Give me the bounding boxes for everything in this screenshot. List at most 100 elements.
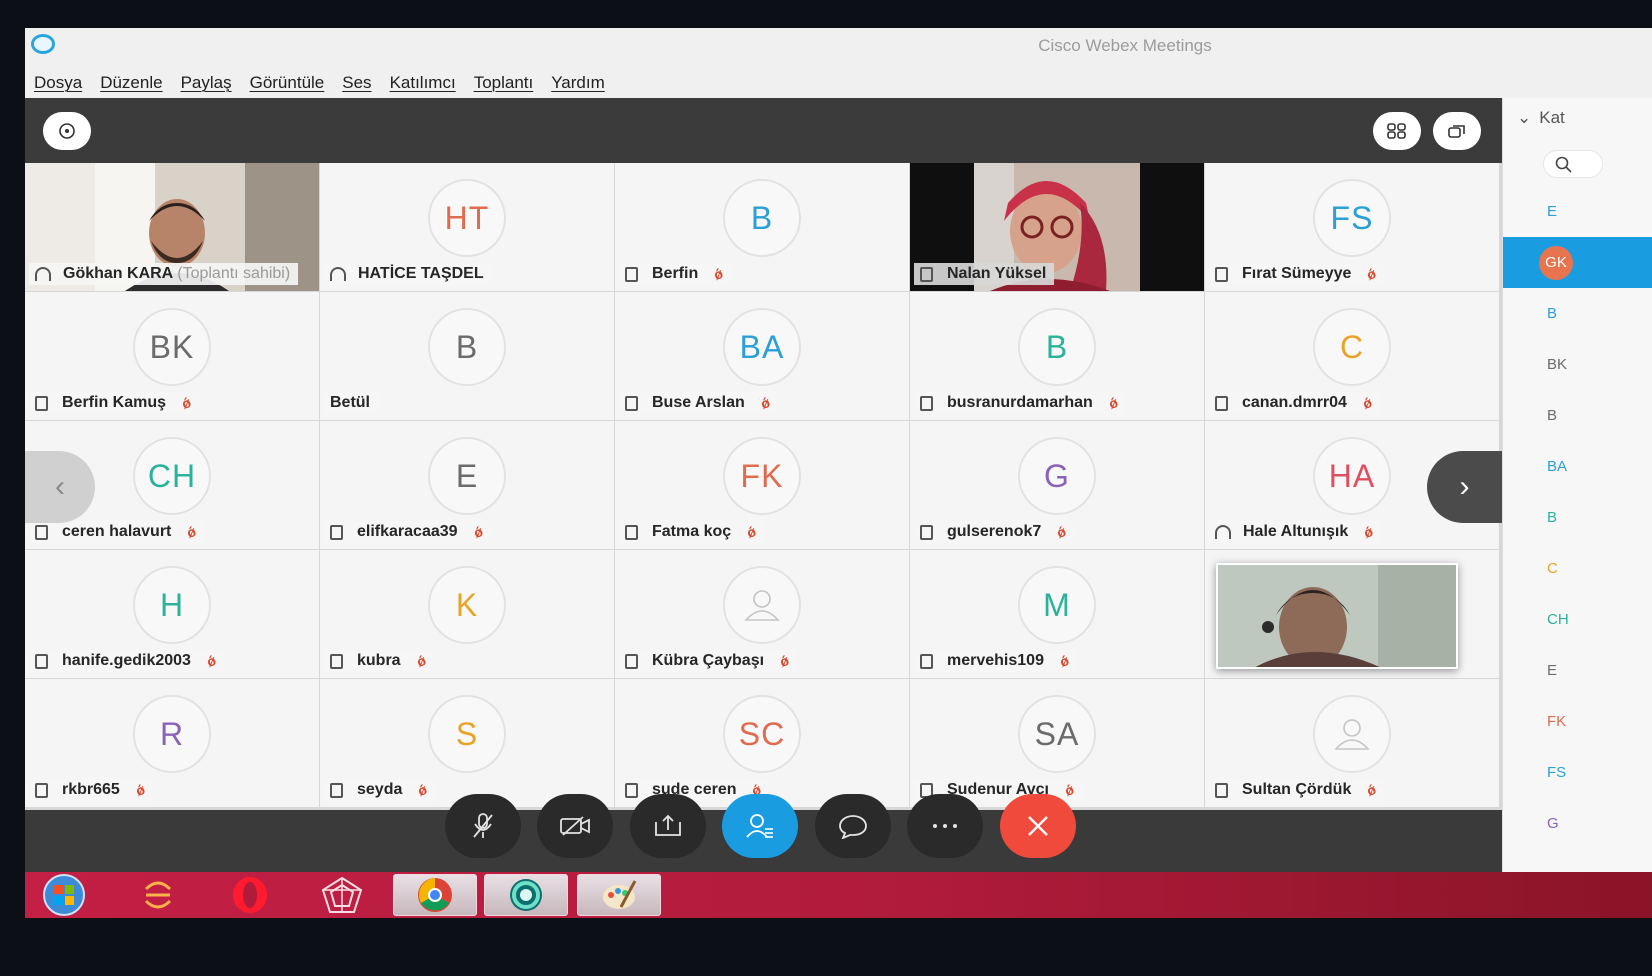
participant-name: ceren halavurt (62, 523, 172, 540)
mute-button[interactable] (445, 794, 521, 858)
participants-panel: ⌄ Kat E GK B BK B BA B C CH E FK FS G (1502, 98, 1652, 878)
participant-tile[interactable]: Kkubra ǿ (320, 550, 614, 678)
participant-name: canan.dmrr04 (1242, 394, 1347, 411)
participant-tile[interactable]: B Berfin ǿ (615, 163, 909, 291)
participant-name-bar: Betül (324, 392, 378, 414)
grid-view-icon (1387, 123, 1406, 139)
participant-tile[interactable]: BA Buse Arslan ǿ (615, 292, 909, 420)
taskbar-opera[interactable] (221, 874, 279, 916)
participant-tile[interactable]: Eelifkaracaa39 ǿ (320, 421, 614, 549)
grid-view-button[interactable] (1373, 112, 1421, 150)
participant-avatar: B (428, 308, 506, 386)
participant-tile[interactable]: Kübra Çaybaşı ǿ (615, 550, 909, 678)
participant-tile[interactable]: Gökhan KARA (Toplantı sahibi) (25, 163, 319, 291)
opera-icon (233, 877, 267, 913)
participant-tile[interactable]: FS Fırat Sümeyye ǿ (1205, 163, 1499, 291)
stop-video-button[interactable] (537, 794, 613, 858)
participant-list-item[interactable]: B (1503, 390, 1652, 441)
participant-tile[interactable]: Ggulserenok7 ǿ (910, 421, 1204, 549)
avatar-initials: HT (444, 199, 490, 236)
list-item-initials: B (1547, 509, 1558, 526)
participant-tile[interactable]: Nalan Yüksel (910, 163, 1204, 291)
menu-item-1[interactable]: Düzenle (100, 68, 162, 98)
muted-microphone-icon: ǿ (1062, 781, 1076, 799)
participant-tile[interactable]: B Betül (320, 292, 614, 420)
phone-icon (625, 782, 638, 798)
taskbar-webex[interactable] (484, 874, 568, 916)
participant-list-item[interactable]: C (1503, 543, 1652, 594)
meeting-info-button[interactable] (43, 112, 91, 150)
participant-tile[interactable]: Sultan Çördük ǿ (1205, 679, 1499, 807)
participant-tile[interactable]: Ccanan.dmrr04 ǿ (1205, 292, 1499, 420)
avatar-initials: B (455, 328, 479, 365)
muted-microphone-icon: ǿ (184, 523, 199, 541)
self-view-video[interactable] (1216, 563, 1458, 669)
menu-item-7[interactable]: Yardım (551, 68, 605, 98)
previous-page-button[interactable]: ‹ (25, 451, 95, 523)
more-icon (933, 824, 957, 828)
menu-item-6[interactable]: Toplantı (474, 68, 534, 98)
participant-name-bar: busranurdamarhan ǿ (914, 392, 1126, 414)
participant-list-item[interactable]: GK (1503, 237, 1652, 288)
phone-icon (625, 266, 638, 282)
participant-avatar: E (428, 437, 506, 515)
participant-tile[interactable]: SA Sudenur Avcı ǿ (910, 679, 1204, 807)
participant-tile[interactable]: Bbusranurdamarhan ǿ (910, 292, 1204, 420)
participant-grid: Gökhan KARA (Toplantı sahibi) HT HATİCE TAŞ… (25, 163, 1502, 810)
multi-window-button[interactable] (1433, 112, 1481, 150)
participant-list-item[interactable]: CH (1503, 594, 1652, 645)
title-bar: Cisco Webex Meetings (25, 28, 1652, 68)
menu-item-5[interactable]: Katılımcı (390, 68, 456, 98)
default-avatar-icon (744, 590, 780, 621)
end-meeting-button[interactable] (1000, 794, 1076, 858)
muted-microphone-icon: ǿ (1361, 523, 1376, 541)
participant-list-item[interactable]: E (1503, 186, 1652, 237)
next-page-button[interactable]: › (1427, 451, 1502, 523)
menu-item-3[interactable]: Görüntüle (250, 68, 325, 98)
more-options-button[interactable] (907, 794, 983, 858)
participants-panel-header[interactable]: ⌄ Kat (1517, 108, 1565, 128)
muted-microphone-icon: ǿ (1106, 394, 1120, 412)
share-button[interactable] (630, 794, 706, 858)
menu-item-0[interactable]: Dosya (34, 68, 82, 98)
chat-button[interactable] (815, 794, 891, 858)
start-button[interactable] (35, 874, 93, 916)
participant-avatar: FK (723, 437, 801, 515)
participant-list-item[interactable]: FK (1503, 696, 1652, 747)
end-meeting-icon (1028, 816, 1048, 836)
taskbar-paint[interactable] (577, 874, 661, 916)
menu-item-2[interactable]: Paylaş (181, 68, 232, 98)
phone-icon (1215, 782, 1228, 798)
participant-list-item[interactable]: B (1503, 288, 1652, 339)
phone-icon (35, 395, 48, 411)
participant-list-item[interactable]: E (1503, 645, 1652, 696)
taskbar-app-1[interactable] (129, 874, 187, 916)
participant-name-bar: seyda ǿ (324, 779, 435, 801)
stage-toolbar (25, 98, 1502, 163)
avatar-initials: FK (740, 457, 784, 494)
taskbar-chrome[interactable] (393, 874, 477, 916)
phone-icon (35, 782, 48, 798)
taskbar-network-app[interactable] (313, 874, 371, 916)
participant-name: elifkaracaa39 (357, 523, 458, 540)
participant-list-item[interactable]: G (1503, 798, 1652, 849)
participant-tile[interactable]: HT HATİCE TAŞDEL (320, 163, 614, 291)
participant-tile[interactable]: Mmervehis109 ǿ (910, 550, 1204, 678)
list-item-initials: FS (1547, 764, 1567, 781)
participant-list-item[interactable]: B (1503, 492, 1652, 543)
participant-list-item[interactable]: BA (1503, 441, 1652, 492)
participant-list-item[interactable]: FS (1503, 747, 1652, 798)
participant-tile[interactable]: FK Fatma koç ǿ (615, 421, 909, 549)
participant-search[interactable] (1543, 150, 1603, 178)
participant-tile[interactable]: SC sude ceren ǿ (615, 679, 909, 807)
muted-microphone-icon: ǿ (414, 652, 428, 670)
participant-tile[interactable]: Rrkbr665 ǿ (25, 679, 319, 807)
participant-list-item[interactable]: BK (1503, 339, 1652, 390)
participant-name: kubra (357, 652, 401, 669)
participant-tile[interactable]: Hhanife.gedik2003 ǿ (25, 550, 319, 678)
menu-item-4[interactable]: Ses (342, 68, 371, 98)
chevron-down-icon: ⌄ (1517, 108, 1532, 127)
participant-tile[interactable]: Sseyda ǿ (320, 679, 614, 807)
participant-tile[interactable]: BK Berfin Kamuş ǿ (25, 292, 319, 420)
participants-button[interactable] (722, 794, 798, 858)
